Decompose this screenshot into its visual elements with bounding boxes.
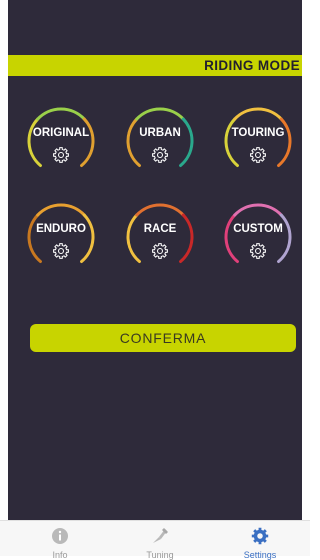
mode-ring	[27, 203, 95, 264]
confirm-button[interactable]: CONFERMA	[30, 324, 296, 352]
app-screen: RIDING MODE ORIGINAL URBAN TOURING ENDUR…	[8, 0, 302, 520]
info-icon	[52, 528, 68, 544]
gear-icon[interactable]	[52, 146, 70, 164]
gear-hub	[254, 151, 261, 158]
ring-segment	[179, 117, 194, 168]
mode-custom[interactable]: CUSTOM	[222, 201, 294, 273]
ring-segment	[233, 107, 283, 121]
mode-label: URBAN	[139, 127, 181, 139]
ring-segment	[80, 117, 95, 168]
mode-label: TOURING	[231, 127, 285, 139]
ring-segment	[27, 213, 42, 264]
tab-tuning[interactable]: Tuning	[110, 521, 210, 560]
mode-original[interactable]: ORIGINAL	[25, 105, 97, 177]
ring-segment	[36, 203, 86, 217]
mode-ring	[27, 107, 95, 168]
mode-label: CUSTOM	[233, 223, 283, 235]
mode-urban[interactable]: URBAN	[124, 105, 196, 177]
gear-hub	[57, 247, 64, 254]
mode-touring[interactable]: TOURING	[222, 105, 294, 177]
mode-ring	[126, 203, 194, 264]
mode-race[interactable]: RACE	[124, 201, 196, 273]
tuning-icon	[153, 528, 168, 543]
gear-outline	[53, 243, 69, 259]
tab-label: Settings	[243, 550, 277, 560]
gear-icon	[251, 527, 269, 545]
ring-segment	[80, 213, 95, 264]
gear-hub	[254, 247, 261, 254]
mode-ring	[126, 107, 194, 168]
tab-bar: Info Tuning Settings	[0, 520, 310, 560]
gear-outline	[250, 243, 266, 259]
ring-segment	[233, 203, 283, 217]
gear-hub	[257, 533, 263, 539]
gear-icon[interactable]	[249, 242, 267, 260]
ring-segment	[126, 117, 141, 168]
mode-label: RACE	[143, 223, 177, 235]
ring-segment	[224, 117, 239, 168]
gear-outline	[152, 243, 168, 259]
gear-icon[interactable]	[151, 242, 169, 260]
ring-segment	[135, 107, 185, 121]
mode-enduro[interactable]: ENDURO	[25, 201, 97, 273]
mode-label: ORIGINAL	[32, 127, 90, 139]
tab-label: Info	[52, 550, 68, 560]
gear-outline	[53, 147, 69, 163]
gear-icon[interactable]	[52, 242, 70, 260]
ring-segment	[126, 213, 141, 264]
gear-icon[interactable]	[249, 146, 267, 164]
ring-segment	[36, 107, 86, 121]
gear-icon[interactable]	[151, 146, 169, 164]
gear-outline	[250, 147, 266, 163]
ring-segment	[27, 117, 42, 168]
mode-ring	[224, 203, 292, 264]
tab-info[interactable]: Info	[10, 521, 110, 560]
mode-label: ENDURO	[36, 223, 86, 235]
ring-segment	[135, 203, 185, 217]
page-title: RIDING MODE	[204, 58, 300, 73]
riding-mode-header: RIDING MODE	[8, 55, 302, 76]
ring-segment	[277, 117, 292, 168]
tab-settings[interactable]: Settings	[210, 521, 310, 560]
ring-segment	[277, 213, 292, 264]
gear-hub	[57, 151, 64, 158]
gear-hub	[156, 247, 163, 254]
ring-segment	[179, 213, 194, 264]
gear-hub	[156, 151, 163, 158]
mode-ring	[224, 107, 292, 168]
gear-outline	[152, 147, 168, 163]
tab-label: Tuning	[146, 550, 174, 560]
ring-segment	[224, 213, 239, 264]
